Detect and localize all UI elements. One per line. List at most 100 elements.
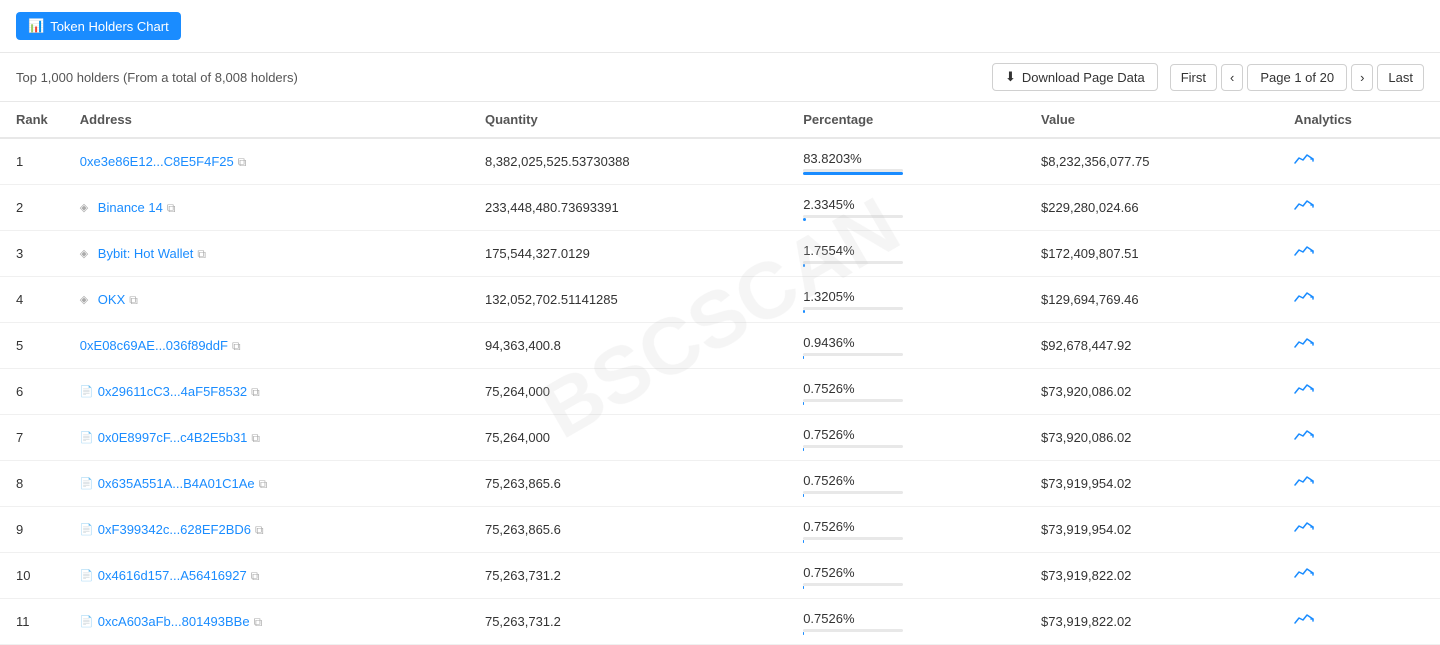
table-row: 3 ◈Bybit: Hot Wallet⧉ 175,544,327.01291.75…	[0, 231, 1440, 277]
value-cell: $73,920,086.02	[1025, 369, 1278, 415]
analytics-chart-icon[interactable]	[1294, 614, 1314, 631]
col-percentage: Percentage	[787, 102, 1025, 138]
info-bar: Top 1,000 holders (From a total of 8,008…	[0, 53, 1440, 102]
percentage-bar	[803, 218, 806, 221]
contract-icon: 📄	[80, 477, 94, 491]
address-link[interactable]: 0xe3e86E12...C8E5F4F25	[80, 154, 234, 169]
analytics-chart-icon[interactable]	[1294, 154, 1314, 171]
next-page-button[interactable]: ›	[1351, 64, 1373, 91]
address-link[interactable]: ◈OKX	[80, 292, 125, 307]
table-row: 11📄0xcA603aFb...801493BBe⧉75,263,731.20.…	[0, 599, 1440, 645]
analytics-chart-icon[interactable]	[1294, 430, 1314, 447]
analytics-cell[interactable]	[1278, 553, 1440, 599]
analytics-chart-icon[interactable]	[1294, 246, 1314, 263]
copy-icon[interactable]: ⧉	[129, 293, 143, 307]
chart-btn-label: Token Holders Chart	[50, 19, 169, 34]
analytics-chart-icon[interactable]	[1294, 384, 1314, 401]
analytics-chart-icon[interactable]	[1294, 338, 1314, 355]
holders-description: Top 1,000 holders (From a total of 8,008…	[16, 70, 298, 85]
prev-page-button[interactable]: ‹	[1221, 64, 1243, 91]
copy-icon[interactable]: ⧉	[238, 155, 252, 169]
percentage-bar	[803, 540, 804, 543]
last-page-button[interactable]: Last	[1377, 64, 1424, 91]
col-address: Address	[64, 102, 469, 138]
address-link[interactable]: 📄0x0E8997cF...c4B2E5b31	[80, 430, 248, 445]
download-icon: ⬇	[1005, 69, 1016, 85]
download-page-data-button[interactable]: ⬇ Download Page Data	[992, 63, 1158, 91]
percentage-cell: 2.3345%	[787, 185, 1025, 231]
analytics-cell[interactable]	[1278, 369, 1440, 415]
rank-cell: 3	[0, 231, 64, 277]
analytics-cell[interactable]	[1278, 415, 1440, 461]
rank-cell: 1	[0, 138, 64, 185]
rank-cell: 6	[0, 369, 64, 415]
quantity-cell: 94,363,400.8	[469, 323, 787, 369]
rank-cell: 4	[0, 277, 64, 323]
percentage-text: 0.7526%	[803, 611, 1009, 626]
value-cell: $73,919,822.02	[1025, 553, 1278, 599]
analytics-cell[interactable]	[1278, 599, 1440, 645]
label-icon: ◈	[80, 247, 94, 261]
address-link[interactable]: 0xE08c69AE...036f89ddF	[80, 338, 228, 353]
percentage-cell: 0.7526%	[787, 415, 1025, 461]
copy-icon[interactable]: ⧉	[251, 569, 265, 583]
analytics-cell[interactable]	[1278, 277, 1440, 323]
analytics-chart-icon[interactable]	[1294, 522, 1314, 539]
token-holders-chart-button[interactable]: 📊 Token Holders Chart	[16, 12, 181, 40]
analytics-chart-icon[interactable]	[1294, 476, 1314, 493]
rank-cell: 10	[0, 553, 64, 599]
copy-icon[interactable]: ⧉	[232, 339, 246, 353]
rank-cell: 2	[0, 185, 64, 231]
address-cell: 📄0x29611cC3...4aF5F8532 ⧉	[64, 369, 469, 415]
rank-cell: 5	[0, 323, 64, 369]
address-link[interactable]: 📄0x4616d157...A56416927	[80, 568, 247, 583]
address-cell: 0xe3e86E12...C8E5F4F25 ⧉	[64, 138, 469, 185]
value-cell: $129,694,769.46	[1025, 277, 1278, 323]
address-link[interactable]: ◈Binance 14	[80, 200, 163, 215]
copy-icon[interactable]: ⧉	[259, 477, 273, 491]
address-link[interactable]: ◈Bybit: Hot Wallet	[80, 246, 194, 261]
analytics-cell[interactable]	[1278, 323, 1440, 369]
address-link[interactable]: 📄0x29611cC3...4aF5F8532	[80, 384, 247, 399]
address-text: 0x29611cC3...4aF5F8532	[98, 384, 247, 399]
quantity-cell: 75,263,731.2	[469, 599, 787, 645]
first-page-button[interactable]: First	[1170, 64, 1217, 91]
value-cell: $229,280,024.66	[1025, 185, 1278, 231]
copy-icon[interactable]: ⧉	[251, 385, 265, 399]
address-link[interactable]: 📄0xF399342c...628EF2BD6	[80, 522, 251, 537]
copy-icon[interactable]: ⧉	[251, 431, 265, 445]
table-row: 9📄0xF399342c...628EF2BD6⧉75,263,865.60.7…	[0, 507, 1440, 553]
analytics-cell[interactable]	[1278, 138, 1440, 185]
address-cell: 📄0x635A551A...B4A01C1Ae ⧉	[64, 461, 469, 507]
analytics-chart-icon[interactable]	[1294, 292, 1314, 309]
copy-icon[interactable]: ⧉	[167, 201, 181, 215]
address-link[interactable]: 📄0xcA603aFb...801493BBe	[80, 614, 250, 629]
analytics-cell[interactable]	[1278, 461, 1440, 507]
percentage-bar	[803, 172, 903, 175]
quantity-cell: 233,448,480.73693391	[469, 185, 787, 231]
percentage-text: 1.3205%	[803, 289, 1009, 304]
rank-cell: 7	[0, 415, 64, 461]
analytics-cell[interactable]	[1278, 231, 1440, 277]
copy-icon[interactable]: ⧉	[255, 523, 269, 537]
address-cell: 0xE08c69AE...036f89ddF ⧉	[64, 323, 469, 369]
copy-icon[interactable]: ⧉	[254, 615, 268, 629]
address-cell: ◈OKX ⧉	[64, 277, 469, 323]
value-cell: $73,919,822.02	[1025, 599, 1278, 645]
percentage-cell: 0.7526%	[787, 461, 1025, 507]
percentage-cell: 1.7554%	[787, 231, 1025, 277]
percentage-text: 83.8203%	[803, 151, 1009, 166]
analytics-chart-icon[interactable]	[1294, 200, 1314, 217]
percentage-bar	[803, 494, 804, 497]
contract-icon: 📄	[80, 569, 94, 583]
value-cell: $92,678,447.92	[1025, 323, 1278, 369]
analytics-chart-icon[interactable]	[1294, 568, 1314, 585]
address-link[interactable]: 📄0x635A551A...B4A01C1Ae	[80, 476, 255, 491]
analytics-cell[interactable]	[1278, 507, 1440, 553]
copy-icon[interactable]: ⧉	[197, 247, 211, 261]
address-text: 0xE08c69AE...036f89ddF	[80, 338, 228, 353]
percentage-cell: 0.7526%	[787, 599, 1025, 645]
analytics-cell[interactable]	[1278, 185, 1440, 231]
percentage-text: 0.7526%	[803, 565, 1009, 580]
quantity-cell: 175,544,327.0129	[469, 231, 787, 277]
